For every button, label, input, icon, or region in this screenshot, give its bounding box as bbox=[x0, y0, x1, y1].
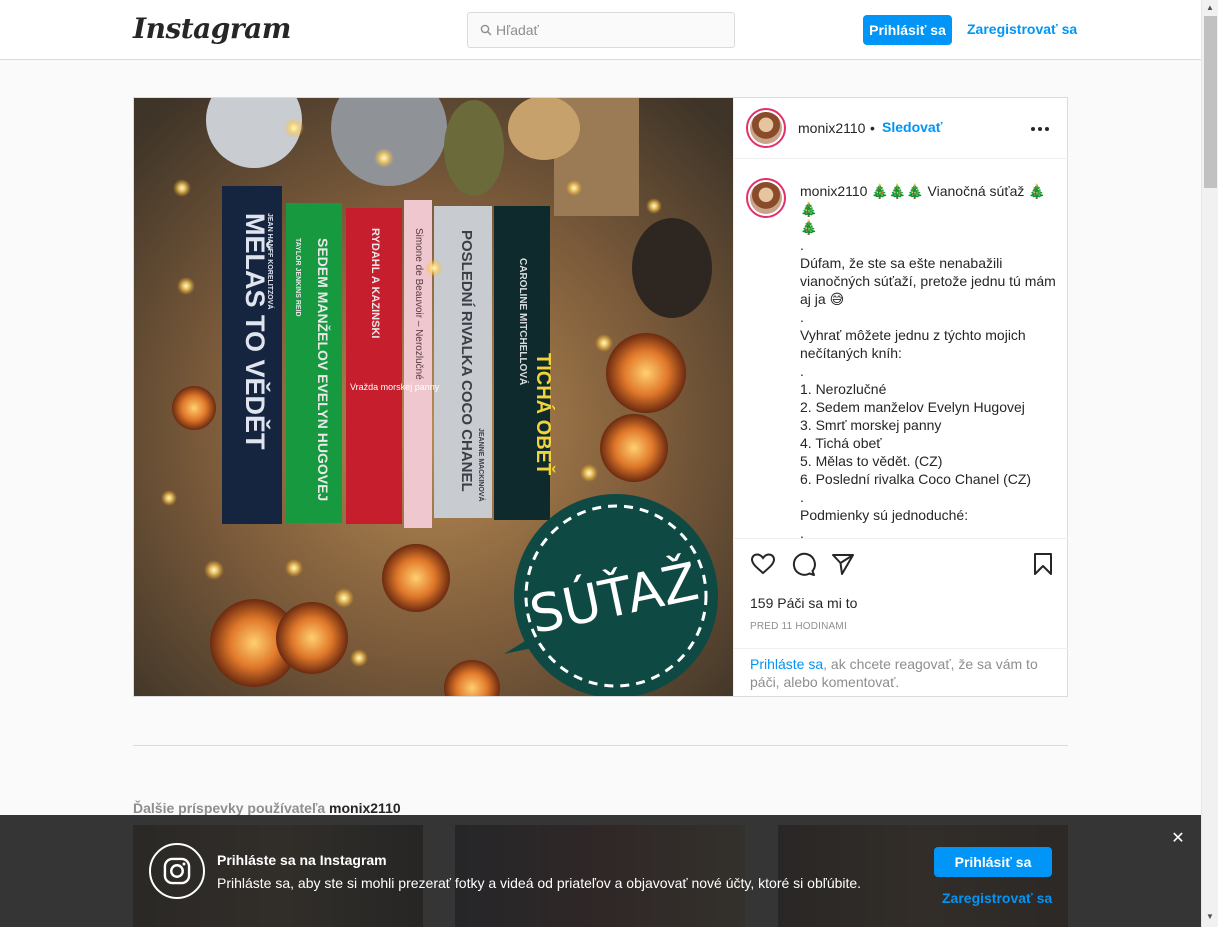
avatar-image bbox=[750, 182, 782, 214]
banner-signup-link[interactable]: Zaregistrovať sa bbox=[942, 890, 1052, 906]
book-title-2: SEDEM MANŽELOV EVELYN HUGOVEJ bbox=[315, 238, 332, 501]
post-header: monix2110 • Sledovať bbox=[734, 98, 1068, 159]
book-title-6: TICHÁ OBEŤ bbox=[532, 353, 556, 475]
post-image[interactable]: MĚLAS TO VĚDĚT JEAN HANFF KORELITZOVÁ SE… bbox=[134, 98, 733, 696]
top-navigation-bar: Instagram Prihlásiť sa Zaregistrovať sa bbox=[0, 0, 1201, 60]
banner-text: Prihláste sa, aby ste si mohli prezerať … bbox=[217, 875, 862, 891]
book-author-6: CAROLINE MITCHELLOVÁ bbox=[517, 258, 530, 385]
scroll-down-arrow-icon[interactable]: ▼ bbox=[1206, 912, 1214, 921]
more-posts-heading: Ďalšie príspevky používateľa monix2110 bbox=[133, 800, 401, 816]
post-card: MĚLAS TO VĚDĚT JEAN HANFF KORELITZOVÁ SE… bbox=[133, 97, 1068, 697]
avatar-image bbox=[750, 112, 782, 144]
book-title-5: POSLEDNÍ RIVALKA COCO CHANEL bbox=[458, 230, 475, 492]
more-posts-username[interactable]: monix2110 bbox=[329, 800, 401, 816]
avatar[interactable] bbox=[746, 108, 786, 148]
post-username[interactable]: monix2110 bbox=[798, 120, 865, 136]
book-title-3: Vražda morskej panny bbox=[350, 382, 440, 392]
caption-text-block: monix2110 🎄🎄🎄 Vianočná súťaž 🎄🎄 🎄 . Dúfa… bbox=[800, 182, 1058, 538]
more-options-icon[interactable] bbox=[1030, 126, 1050, 132]
post-caption: monix2110 🎄🎄🎄 Vianočná súťaž 🎄🎄 🎄 . Dúfa… bbox=[734, 160, 1068, 538]
caption-username[interactable]: monix2110 bbox=[800, 183, 867, 199]
login-banner: Prihláste sa na Instagram Prihláste sa, … bbox=[0, 815, 1201, 927]
scroll-up-arrow-icon[interactable]: ▲ bbox=[1206, 3, 1214, 12]
share-paper-plane-icon[interactable] bbox=[830, 551, 856, 577]
login-to-comment-note: Prihláste sa, ak chcete reagovať, že sa … bbox=[734, 648, 1068, 696]
post-actions: 159 Páči sa mi to PRED 11 HODINAMI bbox=[734, 538, 1068, 648]
likes-count[interactable]: 159 Páči sa mi to bbox=[750, 595, 857, 611]
login-button[interactable]: Prihlásiť sa bbox=[863, 15, 952, 45]
signup-link[interactable]: Zaregistrovať sa bbox=[967, 21, 1077, 37]
caption-text: 🎄🎄🎄 Vianočná súťaž 🎄🎄 🎄 . Dúfam, že ste … bbox=[800, 183, 1056, 538]
search-input[interactable] bbox=[496, 13, 726, 47]
section-divider bbox=[133, 745, 1068, 746]
more-posts-prefix: Ďalšie príspevky používateľa bbox=[133, 800, 330, 816]
comment-icon[interactable] bbox=[790, 551, 816, 577]
search-icon bbox=[480, 24, 492, 36]
scroll-thumb[interactable] bbox=[1204, 16, 1217, 188]
book-author-2: TAYLOR JENKINS REID bbox=[294, 238, 301, 317]
close-icon[interactable]: ✕ bbox=[1170, 831, 1186, 847]
banner-login-button[interactable]: Prihlásiť sa bbox=[934, 847, 1052, 877]
post-timestamp[interactable]: PRED 11 HODINAMI bbox=[750, 621, 847, 632]
like-heart-icon[interactable] bbox=[750, 551, 776, 577]
vertical-scrollbar[interactable]: ▲ ▼ bbox=[1201, 0, 1218, 927]
search-box[interactable] bbox=[467, 12, 735, 48]
banner-title: Prihláste sa na Instagram bbox=[217, 852, 387, 868]
book-author-5: JEANNE MACKINOVÁ bbox=[477, 428, 486, 502]
post-sidebar: monix2110 • Sledovať monix2110 🎄🎄🎄 Viano… bbox=[733, 98, 1068, 696]
bookmark-icon[interactable] bbox=[1030, 551, 1056, 577]
post-photo: MĚLAS TO VĚDĚT JEAN HANFF KORELITZOVÁ SE… bbox=[134, 98, 733, 696]
instagram-camera-icon bbox=[149, 843, 205, 899]
caption-avatar[interactable] bbox=[746, 178, 786, 218]
book-title-4: Simone de Beauvoir – Nerozlučné bbox=[413, 228, 424, 380]
book-author-1: JEAN HANFF KORELITZOVÁ bbox=[266, 213, 275, 309]
separator-dot: • bbox=[870, 120, 875, 136]
login-link[interactable]: Prihláste sa bbox=[750, 656, 823, 672]
book-author-3: RYDAHL A KAZINSKI bbox=[369, 228, 381, 338]
instagram-logo[interactable]: Instagram bbox=[133, 12, 291, 45]
follow-button[interactable]: Sledovať bbox=[882, 119, 942, 135]
